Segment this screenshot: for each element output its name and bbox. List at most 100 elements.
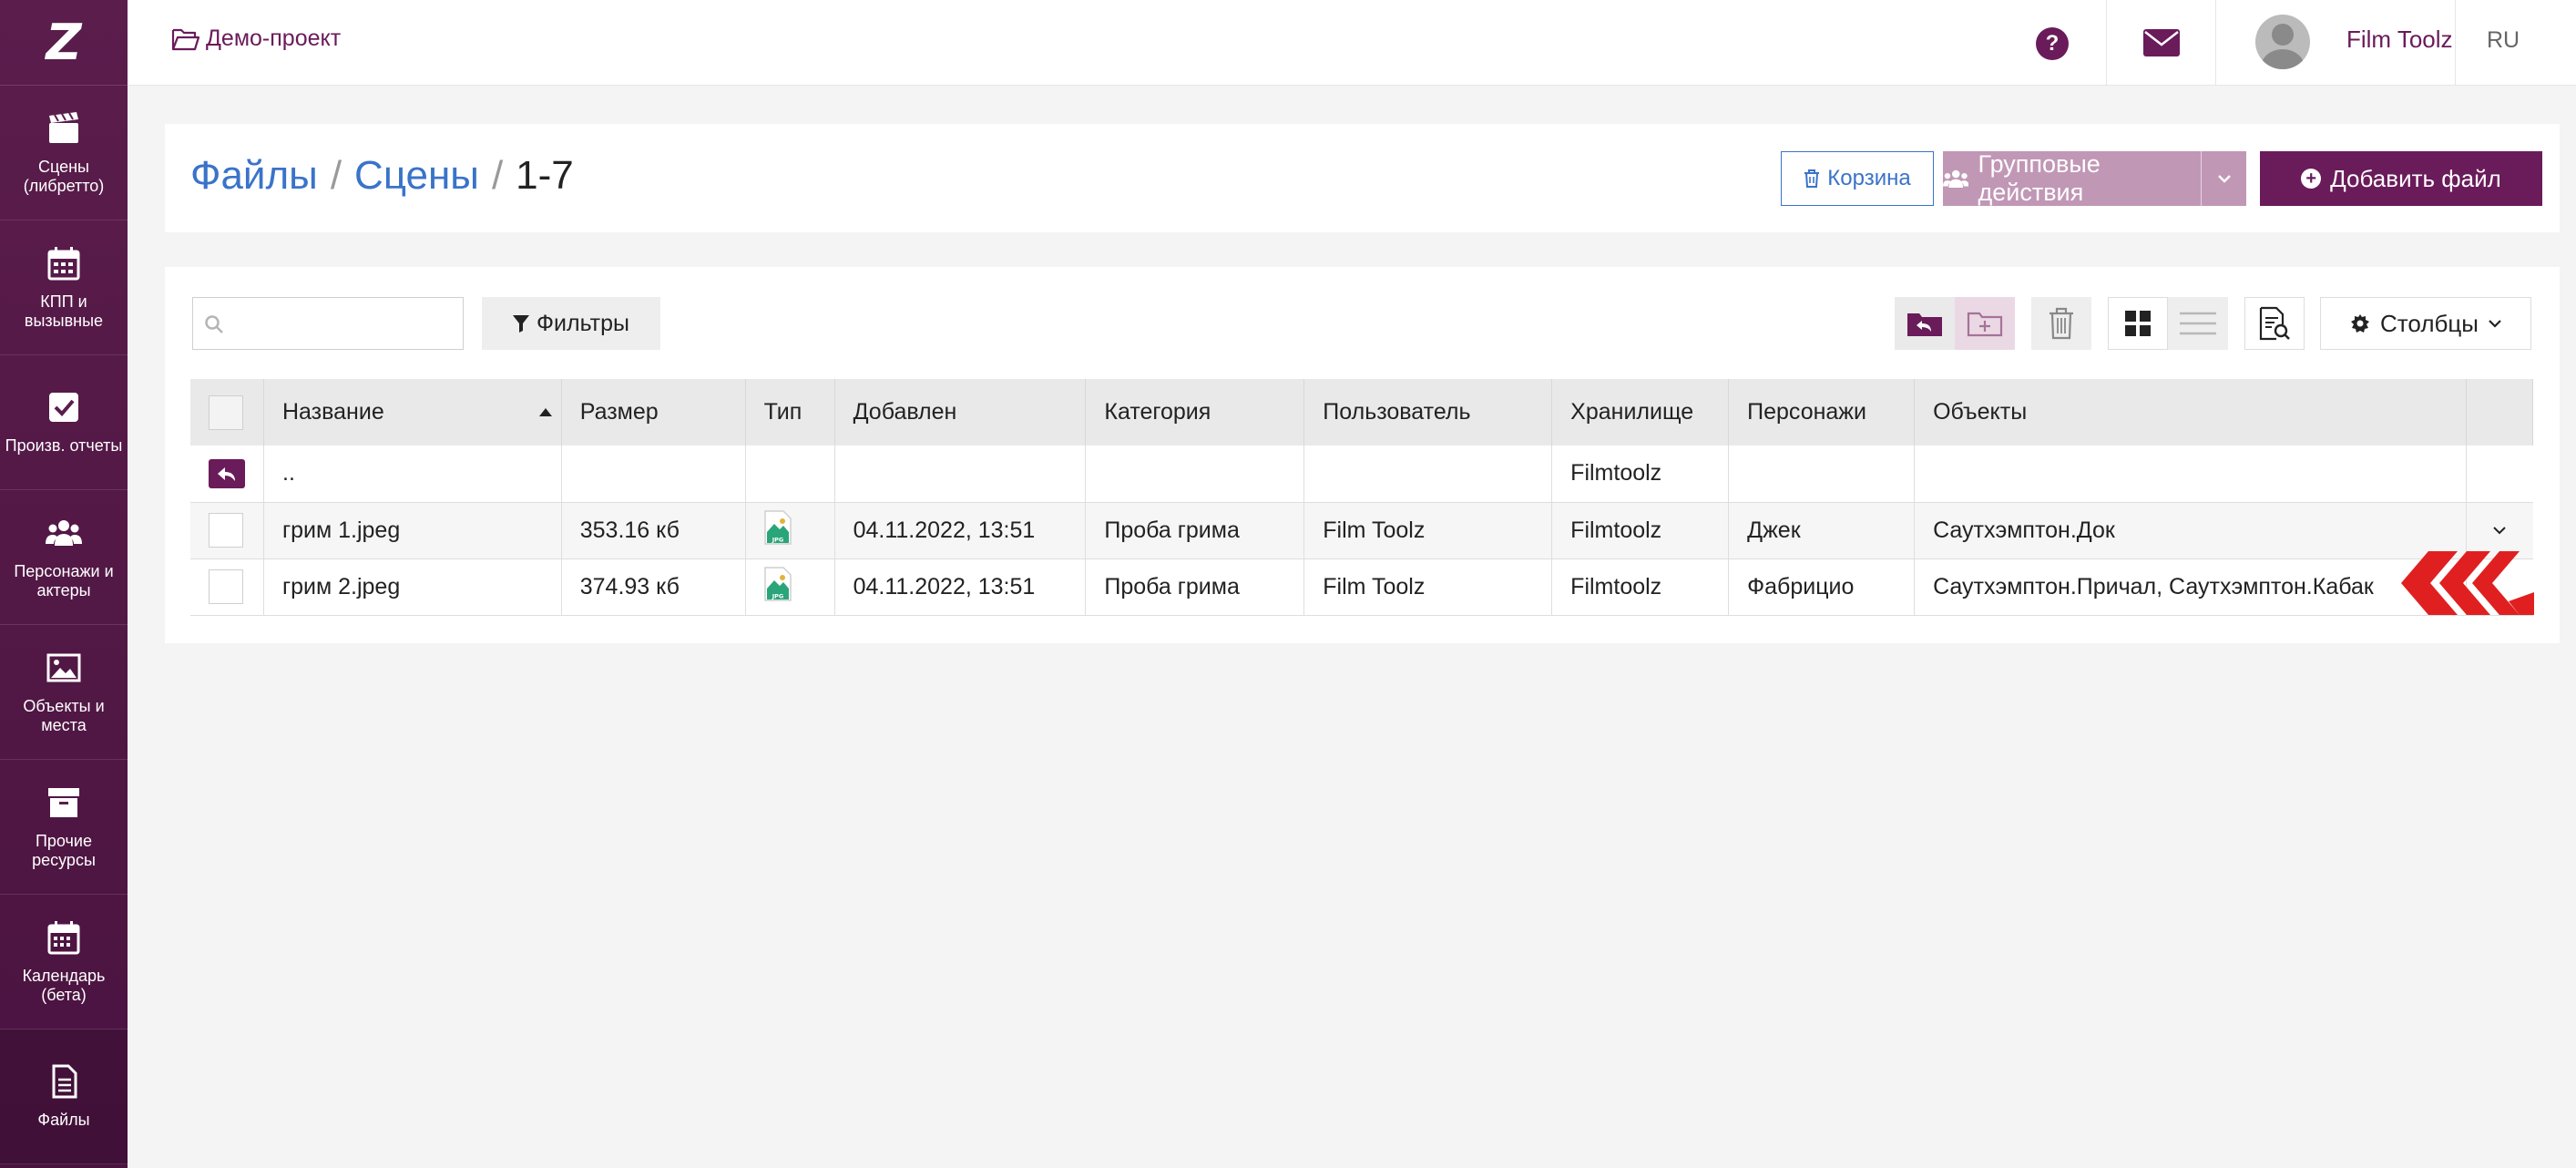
- file-objects: Саутхэмптон.Причал, Саутхэмптон.Кабак: [1914, 558, 2467, 616]
- sidebar: Z Сцены (либретто) КПП и вызывные Произв…: [0, 0, 128, 1168]
- help-icon[interactable]: ?: [2036, 27, 2069, 60]
- clapperboard-icon: [49, 111, 78, 143]
- folder-open-icon: [171, 28, 200, 50]
- column-header-type[interactable]: Тип: [745, 379, 835, 446]
- group-actions-dropdown[interactable]: [2201, 151, 2246, 206]
- group-actions-main[interactable]: Групповые действия: [1943, 150, 2201, 207]
- table-row[interactable]: грим 2.jpeg 374.93 кб JPG 04.11.2022, 13…: [190, 558, 2533, 616]
- plus-circle-icon: +: [2301, 169, 2322, 189]
- breadcrumb-separator: /: [330, 153, 342, 198]
- checkbox-icon: [49, 393, 78, 422]
- breadcrumb-current: 1-7: [516, 153, 574, 198]
- table-cell: [190, 502, 264, 559]
- file-name[interactable]: грим 2.jpeg: [263, 558, 562, 616]
- breadcrumb: Файлы / Сцены / 1-7: [190, 153, 574, 199]
- column-header-objects[interactable]: Объекты: [1914, 379, 2467, 446]
- file-size: 374.93 кб: [561, 558, 746, 616]
- trash-icon: [1804, 169, 1820, 188]
- avatar[interactable]: [2255, 15, 2310, 69]
- sidebar-item-label: КПП и вызывные: [24, 292, 104, 330]
- sidebar-item-label: Файлы: [37, 1111, 90, 1129]
- delete-button[interactable]: [2031, 297, 2091, 350]
- breadcrumb-scenes[interactable]: Сцены: [354, 153, 479, 199]
- divider: [2106, 0, 2107, 86]
- sidebar-item-resources[interactable]: Прочие ресурсы: [0, 760, 128, 895]
- column-header-user[interactable]: Пользователь: [1303, 379, 1553, 446]
- preview-button[interactable]: [2244, 297, 2305, 350]
- sidebar-item-locations[interactable]: Объекты и места: [0, 625, 128, 760]
- folder-up-icon[interactable]: [209, 458, 245, 488]
- table-row-parent[interactable]: .. Filmtoolz: [190, 446, 2533, 503]
- table-cell: [1728, 446, 1916, 503]
- breadcrumb-files[interactable]: Файлы: [190, 153, 318, 199]
- grid-view-button[interactable]: [2108, 297, 2168, 350]
- filter-label: Фильтры: [537, 310, 629, 336]
- topbar: Демо-проект ? Film Toolz RU: [128, 0, 2576, 86]
- sidebar-item-label: Календарь (бета): [22, 966, 106, 1004]
- file-characters: Фабрицио: [1728, 558, 1916, 616]
- divider: [2455, 0, 2456, 86]
- logo-mark: Z: [46, 14, 82, 71]
- chevron-down-icon[interactable]: [2492, 523, 2507, 538]
- folder-up-icon: [1907, 313, 1942, 336]
- sidebar-item-files[interactable]: Файлы: [0, 1030, 128, 1164]
- column-header-name[interactable]: Название: [263, 379, 562, 446]
- app-logo[interactable]: Z: [0, 0, 128, 86]
- column-header-size[interactable]: Размер: [561, 379, 746, 446]
- trash-button[interactable]: Корзина: [1781, 151, 1934, 206]
- file-icon: [52, 1064, 77, 1099]
- users-icon: [1943, 169, 1969, 188]
- select-all-cell: [190, 379, 264, 446]
- row-checkbox[interactable]: [209, 513, 243, 548]
- project-link[interactable]: Демо-проект: [171, 26, 341, 52]
- table-cell: [1303, 446, 1553, 503]
- sidebar-item-characters[interactable]: Персонажи и актеры: [0, 490, 128, 625]
- file-storage: Filmtoolz: [1551, 446, 1730, 503]
- user-name[interactable]: Film Toolz: [2346, 26, 2453, 54]
- sort-asc-icon: [538, 408, 552, 416]
- language-switch[interactable]: RU: [2487, 27, 2520, 54]
- row-checkbox[interactable]: [209, 569, 243, 604]
- list-view-button[interactable]: [2168, 297, 2228, 350]
- add-file-button[interactable]: + Добавить файл: [2260, 151, 2542, 206]
- column-header-storage[interactable]: Хранилище: [1551, 379, 1730, 446]
- sidebar-item-kpp[interactable]: КПП и вызывные: [0, 220, 128, 355]
- file-type-label: JPG: [771, 536, 783, 543]
- folder-plus-icon: [1967, 312, 2003, 337]
- list-icon: [2180, 312, 2216, 335]
- file-name[interactable]: ..: [263, 446, 562, 503]
- filter-button[interactable]: Фильтры: [482, 297, 660, 350]
- archive-icon: [48, 787, 79, 817]
- group-actions-button[interactable]: Групповые действия: [1943, 150, 2246, 207]
- sidebar-item-label: Персонажи и актеры: [14, 561, 114, 599]
- sidebar-item-label: Сцены (либретто): [23, 157, 105, 195]
- file-name[interactable]: грим 1.jpeg: [263, 502, 562, 559]
- table-cell: [2466, 446, 2533, 503]
- table-row[interactable]: грим 1.jpeg 353.16 кб JPG 04.11.2022, 13…: [190, 502, 2533, 559]
- grid-icon: [2125, 311, 2151, 336]
- table-cell: [2466, 502, 2533, 559]
- table-cell: [190, 446, 264, 503]
- red-arrows-marker: [2401, 551, 2534, 615]
- new-folder-button[interactable]: [1955, 297, 2015, 350]
- table-cell: JPG: [745, 502, 835, 559]
- search-input[interactable]: [192, 297, 464, 350]
- table-cell: [1914, 446, 2467, 503]
- columns-button[interactable]: Столбцы: [2320, 297, 2531, 350]
- page-header: Файлы / Сцены / 1-7 Корзина Групповые де…: [165, 124, 2560, 232]
- file-objects: Саутхэмптон.Док: [1914, 502, 2467, 559]
- sidebar-item-reports[interactable]: Произв. отчеты: [0, 355, 128, 490]
- table-cell: [745, 446, 835, 503]
- search-icon: [205, 315, 223, 333]
- divider: [2215, 0, 2216, 86]
- trash-icon: [2050, 307, 2073, 340]
- sidebar-item-scenes[interactable]: Сцены (либретто): [0, 86, 128, 220]
- column-header-category[interactable]: Категория: [1085, 379, 1305, 446]
- select-all-checkbox[interactable]: [209, 394, 243, 430]
- folder-up-button[interactable]: [1895, 297, 1955, 350]
- envelope-icon[interactable]: [2143, 29, 2180, 56]
- column-header-characters[interactable]: Персонажи: [1728, 379, 1916, 446]
- column-header-added[interactable]: Добавлен: [834, 379, 1087, 446]
- group-actions-label: Групповые действия: [1978, 150, 2101, 206]
- sidebar-item-calendar[interactable]: Календарь (бета): [0, 895, 128, 1030]
